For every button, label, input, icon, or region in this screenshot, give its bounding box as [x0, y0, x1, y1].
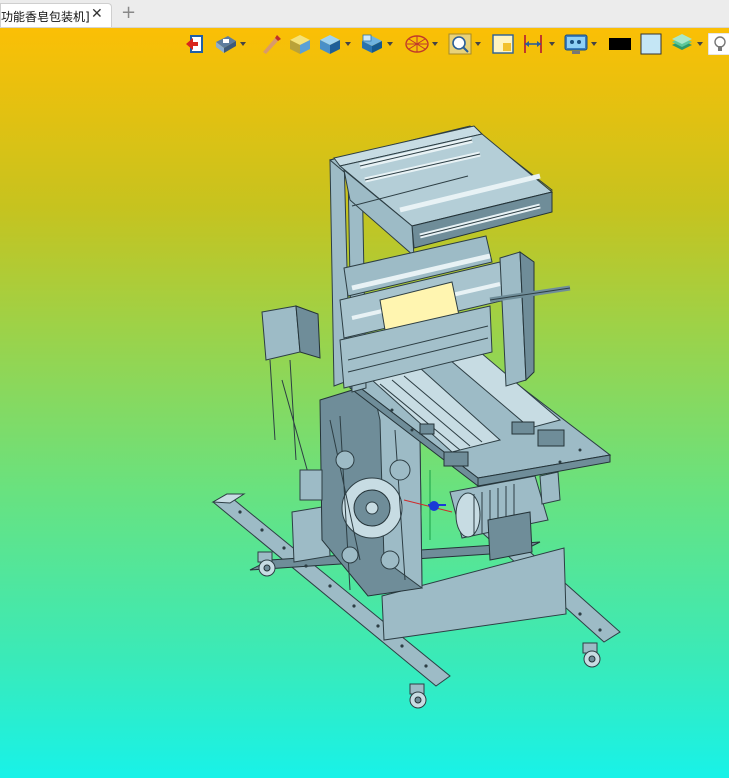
side-actuator [261, 305, 323, 501]
close-icon[interactable]: ✕ [91, 6, 103, 22]
caster-wheel [409, 683, 427, 709]
new-tab-button[interactable]: + [121, 3, 136, 23]
packaging-machine-model[interactable]: .m { fill:#9dbbc6; stroke:#2d3e44; strok… [0, 28, 729, 778]
tab-bar: 功能香皂包装机] ✕ + [0, 0, 729, 28]
3d-viewport[interactable]: .m { fill:#9dbbc6; stroke:#2d3e44; strok… [0, 28, 729, 778]
caster-wheel [582, 642, 601, 668]
document-tab[interactable]: 功能香皂包装机] ✕ [0, 3, 112, 27]
document-tab-title: 功能香皂包装机] [1, 10, 90, 24]
caster-wheel [257, 551, 276, 577]
upper-feed-frame [328, 125, 571, 393]
